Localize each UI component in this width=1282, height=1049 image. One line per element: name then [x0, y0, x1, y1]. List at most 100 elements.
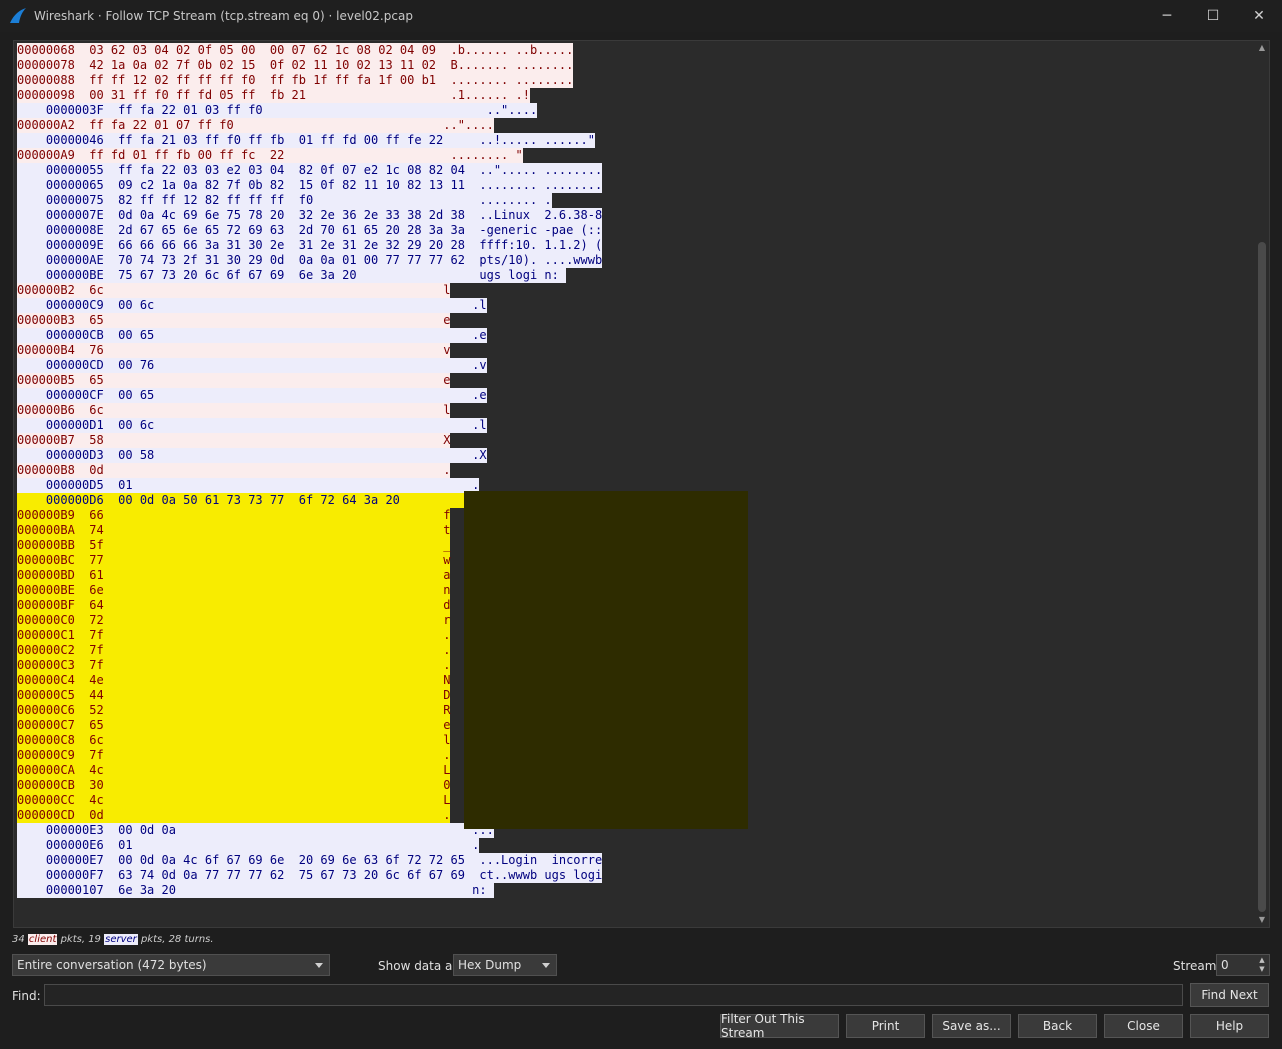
stream-line-text: 000000BE 6e n — [17, 583, 451, 598]
stream-line: 0000009E 66 66 66 66 3a 31 30 2e 31 2e 3… — [17, 238, 603, 253]
close-button[interactable]: Close — [1104, 1014, 1183, 1038]
stream-line: 000000D3 00 58 .X — [17, 448, 602, 463]
stream-line: 000000B5 65 e — [17, 373, 602, 388]
stream-line-text: 000000C3 7f . — [17, 658, 451, 673]
stream-line-text: 000000B3 65 e — [17, 313, 451, 328]
stream-line: 0000003F ff fa 22 01 03 ff f0 ..".... — [17, 103, 602, 118]
stream-line-text: 000000B5 65 e — [17, 373, 451, 388]
stream-spinbox-value: 0 — [1221, 958, 1229, 972]
stream-line-text: 00000068 03 62 03 04 02 0f 05 00 00 07 6… — [17, 43, 574, 58]
packet-stats: 34 client pkts, 19 server pkts, 28 turns… — [12, 934, 214, 945]
stream-line-text: 000000E7 00 0d 0a 4c 6f 67 69 6e 20 69 6… — [17, 853, 603, 868]
stream-line-text: 000000BD 61 a — [17, 568, 451, 583]
stream-line-text: 0000003F ff fa 22 01 03 ff f0 ..".... — [17, 103, 538, 118]
stream-line-text: 00000065 09 c2 1a 0a 82 7f 0b 82 15 0f 8… — [17, 178, 603, 193]
stream-line: 000000B3 65 e — [17, 313, 602, 328]
stream-line-text: 000000C9 7f . — [17, 748, 451, 763]
stream-line-text: 000000BB 5f _ — [17, 538, 451, 553]
stream-line-text: 000000E6 01 . — [17, 838, 480, 853]
stream-line-text: 000000C5 44 D — [17, 688, 451, 703]
stream-line-text: 000000B4 76 v — [17, 343, 451, 358]
stream-line-text: 000000BE 75 67 73 20 6c 6f 67 69 6e 3a 2… — [17, 268, 567, 283]
stream-line-text: 0000009E 66 66 66 66 3a 31 30 2e 31 2e 3… — [17, 238, 603, 253]
stream-line-text: 00000098 00 31 ff f0 ff fd 05 ff fb 21 .… — [17, 88, 530, 103]
client-label: client — [27, 934, 58, 945]
stream-line-text: 00000078 42 1a 0a 02 7f 0b 02 15 0f 02 1… — [17, 58, 574, 73]
stream-line-text: 000000CD 0d . — [17, 808, 451, 823]
stream-line: 00000068 03 62 03 04 02 0f 05 00 00 07 6… — [17, 43, 602, 58]
stream-spinbox[interactable]: 0 ▲ ▼ — [1216, 954, 1270, 976]
stream-line-text: 0000008E 2d 67 65 6e 65 72 69 63 2d 70 6… — [17, 223, 603, 238]
stream-line: 000000A9 ff fd 01 ff fb 00 ff fc 22 ....… — [17, 148, 602, 163]
conversation-select[interactable]: Entire conversation (472 bytes) — [12, 954, 330, 976]
stream-line-text: 000000C6 52 R — [17, 703, 451, 718]
stream-line-text: 000000D3 00 58 .X — [17, 448, 487, 463]
stream-line: 000000C9 00 6c .l — [17, 298, 602, 313]
stream-line-text: 00000075 82 ff ff 12 82 ff ff ff f0 ....… — [17, 193, 552, 208]
stream-line-text: 000000C7 65 e — [17, 718, 451, 733]
show-data-label: Show data as — [378, 959, 459, 973]
stream-line-text: 000000CC 4c L — [17, 793, 451, 808]
stream-line-text: 000000F7 63 74 0d 0a 77 77 77 62 75 67 7… — [17, 868, 603, 883]
server-label: server — [104, 934, 138, 945]
scroll-down-icon[interactable]: ▼ — [1256, 914, 1268, 926]
spin-up-icon[interactable]: ▲ — [1257, 956, 1267, 965]
stream-line: 000000B2 6c l — [17, 283, 602, 298]
stream-line: 000000B8 0d . — [17, 463, 602, 478]
stream-line-text: 000000C8 6c l — [17, 733, 451, 748]
scroll-up-icon[interactable]: ▲ — [1256, 42, 1268, 54]
conversation-select-value: Entire conversation (472 bytes) — [17, 958, 207, 972]
stream-line-text: 00000046 ff fa 21 03 ff f0 ff fb 01 ff f… — [17, 133, 595, 148]
find-input[interactable] — [44, 984, 1183, 1006]
help-button[interactable]: Help — [1190, 1014, 1269, 1038]
stream-line: 0000007E 0d 0a 4c 69 6e 75 78 20 32 2e 3… — [17, 208, 603, 223]
spin-down-icon[interactable]: ▼ — [1257, 965, 1267, 974]
stream-line-text: 000000BC 77 w — [17, 553, 451, 568]
stream-line: 00000078 42 1a 0a 02 7f 0b 02 15 0f 02 1… — [17, 58, 602, 73]
stream-line: 00000107 6e 3a 20 n: — [17, 883, 602, 898]
show-data-select-value: Hex Dump — [458, 958, 522, 972]
stream-line-text: 000000CB 30 0 — [17, 778, 451, 793]
stream-line-text: 000000C0 72 r — [17, 613, 451, 628]
client-packet-count: 34 — [12, 934, 25, 945]
filter-out-stream-button[interactable]: Filter Out This Stream — [720, 1012, 839, 1040]
stream-line-text: 000000D1 00 6c .l — [17, 418, 487, 433]
find-next-button[interactable]: Find Next — [1190, 983, 1269, 1007]
stream-content[interactable]: 00000068 03 62 03 04 02 0f 05 00 00 07 6… — [13, 40, 1270, 928]
back-button[interactable]: Back — [1018, 1014, 1097, 1038]
stats-middle-text: pkts, 19 — [57, 934, 105, 945]
print-button[interactable]: Print — [846, 1014, 925, 1038]
stream-line: 000000CB 00 65 .e — [17, 328, 602, 343]
scrollbar-thumb[interactable] — [1258, 242, 1266, 912]
stats-tail-text: pkts, 28 turns. — [137, 934, 214, 945]
stream-line: 000000CF 00 65 .e — [17, 388, 602, 403]
stream-line-text: 000000B7 58 X — [17, 433, 451, 448]
chevron-down-icon — [315, 963, 323, 968]
stream-line: 000000BE 75 67 73 20 6c 6f 67 69 6e 3a 2… — [17, 268, 602, 283]
stream-line-text: 000000B6 6c l — [17, 403, 451, 418]
stream-line-text: 000000B9 66 f — [17, 508, 451, 523]
stream-line: 000000B7 58 X — [17, 433, 602, 448]
stream-line-text: 000000C1 7f . — [17, 628, 451, 643]
stream-line-text: 000000CA 4c L — [17, 763, 451, 778]
wireshark-fin-icon — [10, 8, 26, 23]
selection-overlay — [464, 491, 748, 829]
stream-line: 000000E7 00 0d 0a 4c 6f 67 69 6e 20 69 6… — [17, 853, 603, 868]
save-as-button[interactable]: Save as... — [932, 1014, 1011, 1038]
stream-line: 000000B6 6c l — [17, 403, 602, 418]
stream-line-text: 000000BA 74 t — [17, 523, 451, 538]
close-window-button[interactable]: ✕ — [1236, 0, 1282, 32]
stream-line-text: 000000D5 01 . — [17, 478, 480, 493]
stream-label: Stream — [1173, 959, 1217, 973]
vertical-scrollbar[interactable]: ▲ ▼ — [1256, 42, 1268, 926]
maximize-button[interactable]: ☐ — [1190, 0, 1236, 32]
chevron-down-icon — [542, 963, 550, 968]
stream-line-text: 000000CF 00 65 .e — [17, 388, 487, 403]
stream-line: 00000098 00 31 ff f0 ff fd 05 ff fb 21 .… — [17, 88, 602, 103]
stream-line: 00000065 09 c2 1a 0a 82 7f 0b 82 15 0f 8… — [17, 178, 603, 193]
stream-line-text: 000000B2 6c l — [17, 283, 451, 298]
show-data-select[interactable]: Hex Dump — [453, 954, 557, 976]
stream-line: 000000CD 00 76 .v — [17, 358, 602, 373]
stream-line: 00000055 ff fa 22 03 03 e2 03 04 82 0f 0… — [17, 163, 603, 178]
minimize-button[interactable]: ─ — [1144, 0, 1190, 32]
